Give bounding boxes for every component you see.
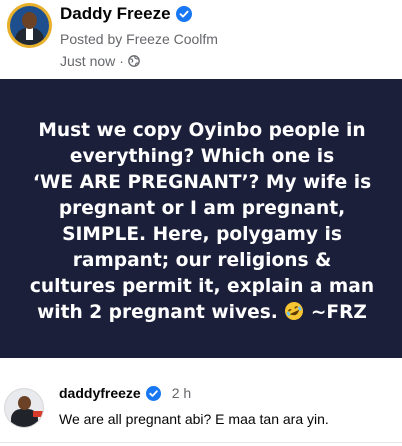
quote-signature: ~FRZ: [310, 302, 367, 323]
verified-badge-icon: [145, 385, 161, 401]
divider: [0, 442, 402, 443]
quote-line-last: with 2 pregnant wives. ~FRZ: [6, 300, 398, 326]
author-avatar[interactable]: [7, 3, 52, 48]
laughing-emoji-icon: [285, 302, 304, 320]
quote-line: pregnant or I am pregnant,: [58, 198, 346, 219]
post-meta: Just now ·: [60, 53, 140, 69]
comment-time: 2 h: [171, 385, 192, 401]
meta-separator: ·: [119, 53, 124, 69]
post-header: Daddy Freeze Posted by Freeze Coolfm Jus…: [0, 0, 402, 78]
comment-header: daddyfreeze 2 h: [59, 385, 191, 401]
quote-line: everything? Which one is: [69, 146, 335, 167]
globe-icon[interactable]: [128, 55, 140, 67]
quote-line: cultures permit it, explain a man: [29, 276, 375, 297]
image-quote-text: Must we copy Oyinbo people in everything…: [6, 118, 398, 326]
comment-username[interactable]: daddyfreeze: [59, 385, 141, 401]
verified-badge-icon: [175, 6, 192, 22]
comment-text: We are all pregnant abi? E maa tan ara y…: [59, 411, 329, 427]
author-name[interactable]: Daddy Freeze: [60, 4, 171, 24]
comment-section: daddyfreeze 2 h We are all pregnant abi?…: [0, 358, 402, 446]
author-name-row: Daddy Freeze: [60, 4, 192, 24]
commenter-avatar[interactable]: [4, 388, 44, 428]
quote-line: SIMPLE. Here, polygamy is: [62, 224, 342, 245]
posted-by-label[interactable]: Posted by Freeze Coolfm: [60, 31, 218, 47]
quote-line: rampant; our religions &: [72, 250, 332, 271]
avatar-photo: [10, 6, 49, 45]
quote-line: Must we copy Oyinbo people in: [38, 120, 366, 141]
post-time[interactable]: Just now: [60, 53, 115, 69]
quote-line: ‘WE ARE PREGNANT’? My wife is: [32, 172, 372, 193]
quote-line: with 2 pregnant wives.: [37, 302, 278, 323]
